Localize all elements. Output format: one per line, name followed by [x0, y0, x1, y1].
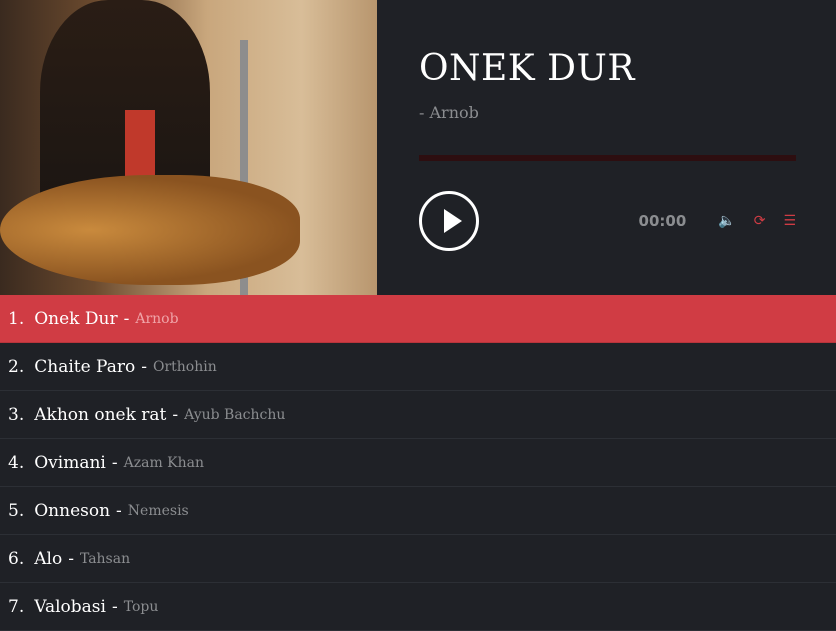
playlist-item[interactable]: 7. Valobasi - Topu: [0, 583, 836, 631]
track-artist-name: Ayub Bachchu: [184, 406, 286, 423]
track-artist-name: Azam Khan: [123, 454, 205, 471]
track-name: Ovimani: [34, 452, 106, 473]
track-name: Akhon onek rat: [34, 404, 167, 425]
progress-bar[interactable]: [419, 155, 796, 161]
play-button[interactable]: [419, 191, 479, 251]
playlist-item[interactable]: 4. Ovimani - Azam Khan: [0, 439, 836, 487]
track-number: 6.: [8, 548, 25, 569]
playlist-item[interactable]: 6. Alo - Tahsan: [0, 535, 836, 583]
track-artist: - Arnob: [419, 103, 479, 122]
volume-icon[interactable]: 🔈: [718, 213, 735, 229]
playlist-item[interactable]: 5. Onneson - Nemesis: [0, 487, 836, 535]
track-name: Chaite Paro: [34, 356, 136, 377]
playlist-icon[interactable]: ☰: [783, 213, 796, 229]
track-artist-name: Topu: [123, 598, 159, 615]
track-number: 7.: [8, 596, 25, 617]
time-display: 00:00: [638, 212, 687, 230]
track-artist-name: Arnob: [135, 310, 179, 327]
track-name: Alo: [34, 548, 63, 569]
playlist: 1. Onek Dur - Arnob 2. Chaite Paro - Orthohin 3.…: [0, 295, 836, 631]
playlist-item[interactable]: 2. Chaite Paro - Orthohin: [0, 343, 836, 391]
repeat-icon[interactable]: ⟳: [754, 213, 766, 229]
track-title: ONEK DUR: [419, 48, 635, 89]
track-number: 3.: [8, 404, 25, 425]
track-name: Onneson: [34, 500, 111, 521]
track-artist-name: Nemesis: [127, 502, 189, 519]
track-artist-name: Orthohin: [152, 358, 217, 375]
track-number: 1.: [8, 308, 25, 329]
track-artist-name: Tahsan: [79, 550, 131, 567]
playlist-item[interactable]: 1. Onek Dur - Arnob: [0, 295, 836, 343]
album-art: [0, 0, 377, 295]
track-name: Onek Dur: [34, 308, 118, 329]
track-number: 4.: [8, 452, 25, 473]
track-number: 2.: [8, 356, 25, 377]
playlist-item[interactable]: 3. Akhon onek rat - Ayub Bachchu: [0, 391, 836, 439]
track-number: 5.: [8, 500, 25, 521]
track-name: Valobasi: [34, 596, 106, 617]
